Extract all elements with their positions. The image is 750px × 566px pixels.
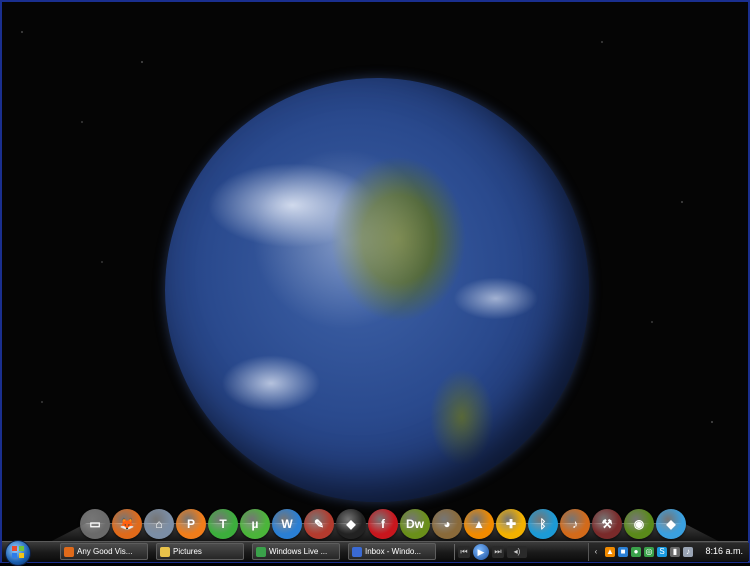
mail-icon (352, 547, 362, 557)
bluetooth-icon[interactable]: ᛒ (528, 509, 558, 539)
folder-icon (160, 547, 170, 557)
desktop-icon[interactable]: ▭ (80, 509, 110, 539)
taskbar-button-windows-live[interactable]: Windows Live ... (252, 543, 340, 560)
desktop: ▭ 🦊 ⌂ P Tµ W ✎ ◆ f Dw ◕ ▲ ✚ ᛒ ♪ ⚒ ◉ ◆ (0, 0, 750, 563)
start-button[interactable] (5, 540, 31, 566)
flash-icon[interactable]: f (368, 509, 398, 539)
taskbar-button-inbox[interactable]: Inbox - Windo... (348, 543, 436, 560)
earth-wallpaper (165, 78, 589, 502)
vlc-icon[interactable]: ▲ (464, 509, 494, 539)
windows-live-icon (256, 547, 266, 557)
app-t-icon[interactable]: T (208, 509, 238, 539)
app-p-icon[interactable]: P (176, 509, 206, 539)
tray-skype-icon[interactable]: S (657, 547, 667, 557)
puzzle-icon[interactable]: ✚ (496, 509, 526, 539)
taskbar-button-label: Inbox - Windo... (365, 547, 422, 556)
tray-expand-icon[interactable]: ‹ (591, 547, 601, 557)
taskbar-separator (454, 544, 455, 560)
tray-battery-icon[interactable]: ▮ (670, 547, 680, 557)
audio-icon[interactable]: ♪ (560, 509, 590, 539)
taskbar-button-label: Pictures (173, 547, 202, 556)
dreamweaver-icon[interactable]: Dw (400, 509, 430, 539)
taskbar-button-label: Any Good Vis... (77, 547, 133, 556)
system-tray: ‹ ▲ ■ ● ◎ S ▮ ♪ 8:16 a.m. (588, 543, 749, 561)
dock: ▭ 🦊 ⌂ P Tµ W ✎ ◆ f Dw ◕ ▲ ✚ ᛒ ♪ ⚒ ◉ ◆ (46, 505, 724, 544)
tray-volume-icon[interactable]: ♪ (683, 547, 693, 557)
media-play-button[interactable]: ▶ (473, 544, 489, 560)
utorrent-icon[interactable]: µ (240, 509, 270, 539)
tray-app-icon[interactable]: ■ (618, 547, 628, 557)
tools-icon[interactable]: ⚒ (592, 509, 622, 539)
inkscape-icon[interactable]: ◆ (336, 509, 366, 539)
media-next-button[interactable]: ⏭ (492, 546, 504, 558)
windows-logo-icon (12, 546, 24, 558)
media-volume-button[interactable]: ◂) (507, 546, 527, 558)
gimp-icon[interactable]: ◕ (432, 509, 462, 539)
firefox-icon[interactable]: 🦊 (112, 509, 142, 539)
clock[interactable]: 8:16 a.m. (705, 546, 743, 556)
tray-network-icon[interactable]: ◎ (644, 547, 654, 557)
taskbar: Any Good Vis... Pictures Windows Live ..… (2, 540, 749, 566)
taskbar-button-pictures[interactable]: Pictures (156, 543, 244, 560)
taskbar-button-firefox[interactable]: Any Good Vis... (60, 543, 148, 560)
taskbar-button-label: Windows Live ... (269, 547, 328, 556)
media-toolbar: ⏮ ▶ ⏭ ◂) (458, 544, 584, 560)
paint-icon[interactable]: ✎ (304, 509, 334, 539)
tray-vlc-icon[interactable]: ▲ (605, 547, 615, 557)
media-prev-button[interactable]: ⏮ (458, 546, 470, 558)
app-w-icon[interactable]: W (272, 509, 302, 539)
tray-green-icon[interactable]: ● (631, 547, 641, 557)
nvidia-icon[interactable]: ◉ (624, 509, 654, 539)
recycle-icon[interactable]: ◆ (656, 509, 686, 539)
network-icon[interactable]: ⌂ (144, 509, 174, 539)
firefox-icon (64, 547, 74, 557)
